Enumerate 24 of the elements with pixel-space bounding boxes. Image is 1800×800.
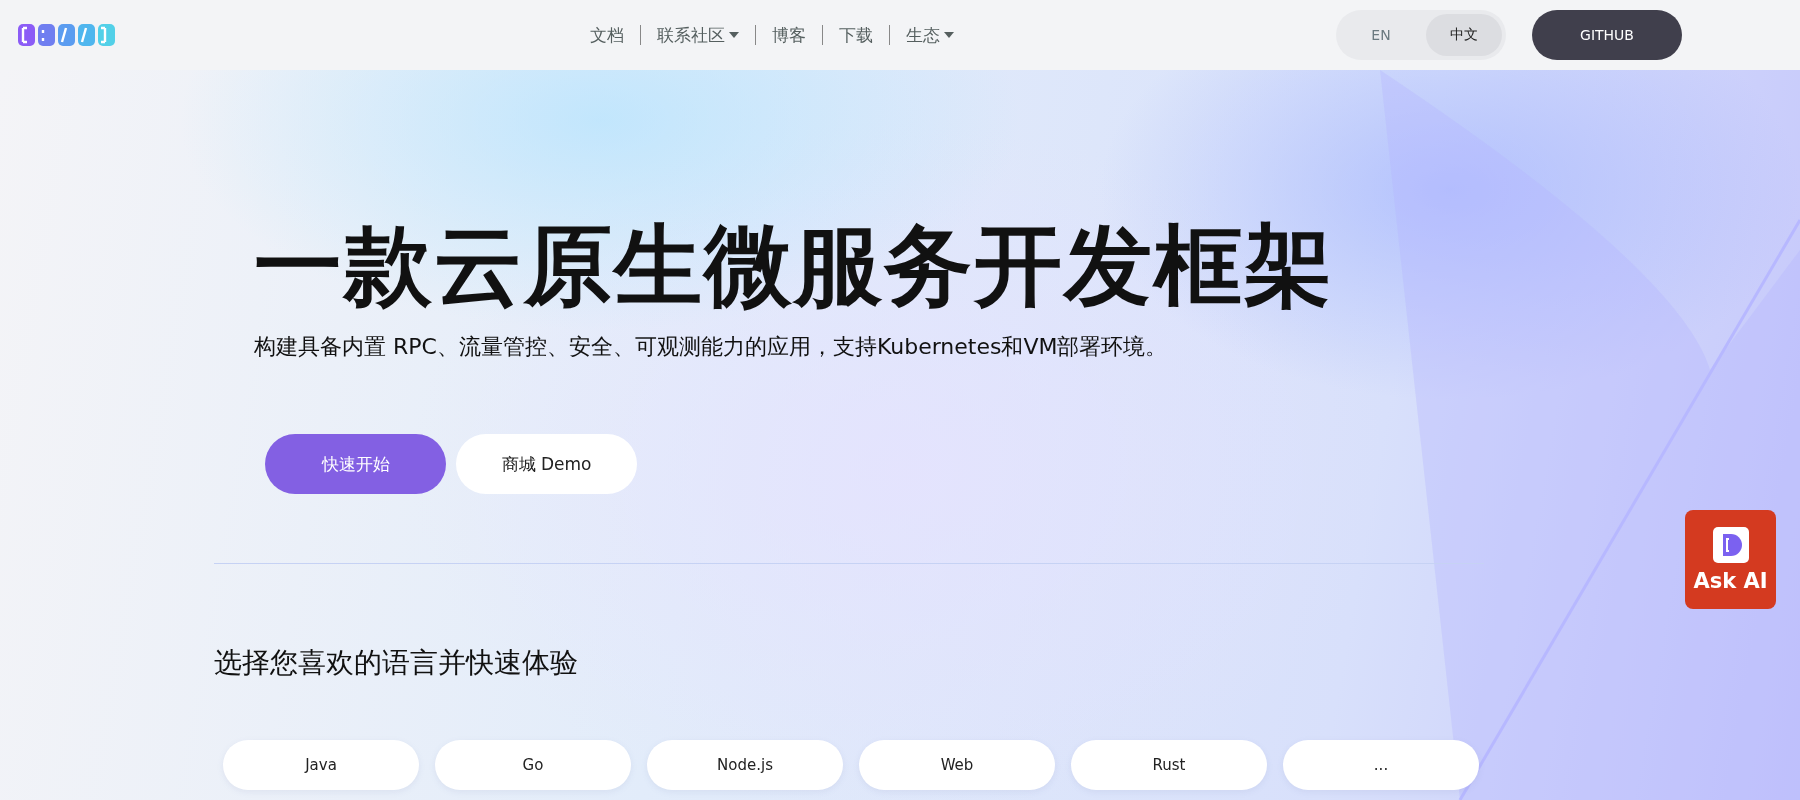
hero-subtitle: 构建具备内置 RPC、流量管控、安全、可观测能力的应用，支持Kubernetes和VM部署环境。 [254,333,1169,361]
hero-title: 一款云原生微服务开发框架 [254,222,1335,310]
language-button[interactable]: Web [859,740,1055,790]
github-button[interactable]: GITHUB [1532,10,1682,60]
nav-link[interactable]: 生态 [896,23,964,47]
caret-icon [729,32,739,38]
language-button[interactable]: Node.js [647,740,843,790]
language-button[interactable]: Java [223,740,419,790]
logo-icon[interactable] [18,23,118,47]
demo-button[interactable]: 商城 Demo [456,434,637,494]
language-option[interactable]: 中文 [1426,14,1502,56]
ask-ai-button[interactable]: Ask AI [1685,510,1776,609]
caret-icon [944,32,954,38]
section-title: 选择您喜欢的语言并快速体验 [214,645,579,681]
language-button[interactable]: ... [1283,740,1479,790]
logo-icon [1712,526,1749,563]
nav-link[interactable]: 下载 [829,23,883,47]
language-button[interactable]: Go [435,740,631,790]
quick-start-button[interactable]: 快速开始 [265,434,446,494]
language-option[interactable]: EN [1340,14,1422,56]
nav-link[interactable]: 博客 [762,23,816,47]
nav-link[interactable]: 文档 [580,23,634,47]
nav-link[interactable]: 联系社区 [647,23,749,47]
language-button[interactable]: Rust [1071,740,1267,790]
